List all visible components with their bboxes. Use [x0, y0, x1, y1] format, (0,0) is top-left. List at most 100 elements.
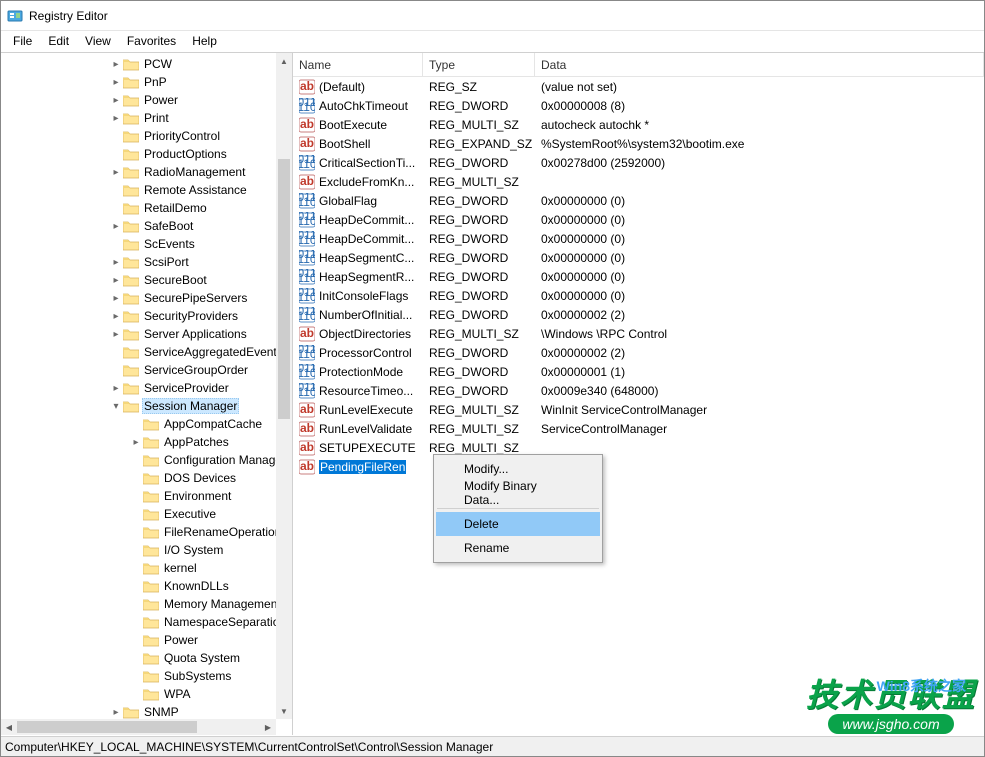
tree-item[interactable]: ProductOptions [1, 145, 276, 163]
value-row[interactable]: ResourceTimeo...REG_DWORD0x0009e340 (648… [293, 381, 984, 400]
value-row[interactable]: PendingFileRen [293, 457, 984, 476]
value-row[interactable]: AutoChkTimeoutREG_DWORD0x00000008 (8) [293, 96, 984, 115]
value-row[interactable]: GlobalFlagREG_DWORD0x00000000 (0) [293, 191, 984, 210]
tree-expander-icon[interactable] [129, 669, 143, 683]
tree-item[interactable]: I/O System [1, 541, 276, 559]
tree-expander-icon[interactable] [129, 525, 143, 539]
tree-item[interactable]: ServiceGroupOrder [1, 361, 276, 379]
tree-item[interactable]: KnownDLLs [1, 577, 276, 595]
value-row[interactable]: InitConsoleFlagsREG_DWORD0x00000000 (0) [293, 286, 984, 305]
value-row[interactable]: (Default)REG_SZ(value not set) [293, 77, 984, 96]
tree-item[interactable]: NamespaceSeparation [1, 613, 276, 631]
value-row[interactable]: RunLevelExecuteREG_MULTI_SZWinInit Servi… [293, 400, 984, 419]
tree-item[interactable]: PriorityControl [1, 127, 276, 145]
tree-expander-icon[interactable]: ▸ [109, 327, 123, 341]
tree-item[interactable]: AppCompatCache [1, 415, 276, 433]
tree-item[interactable]: ▸RadioManagement [1, 163, 276, 181]
tree-item[interactable]: ▸PnP [1, 73, 276, 91]
tree-expander-icon[interactable]: ▸ [109, 255, 123, 269]
tree-item[interactable]: ScEvents [1, 235, 276, 253]
tree-item[interactable]: Remote Assistance [1, 181, 276, 199]
tree-item[interactable]: ▸PCW [1, 55, 276, 73]
tree-expander-icon[interactable]: ▸ [109, 165, 123, 179]
tree-item[interactable]: ▸AppPatches [1, 433, 276, 451]
tree-item[interactable]: Executive [1, 505, 276, 523]
scroll-up-arrow-icon[interactable]: ▲ [276, 53, 292, 69]
tree-expander-icon[interactable] [129, 507, 143, 521]
scroll-left-arrow-icon[interactable]: ◀ [1, 719, 17, 735]
tree-expander-icon[interactable] [129, 471, 143, 485]
scroll-thumb[interactable] [278, 159, 290, 419]
tree-item[interactable]: Environment [1, 487, 276, 505]
context-menu-item[interactable]: Delete [436, 512, 600, 536]
scroll-thumb[interactable] [17, 721, 197, 733]
menu-help[interactable]: Help [184, 32, 225, 50]
tree-expander-icon[interactable]: ▸ [109, 93, 123, 107]
tree-item[interactable]: WPA [1, 685, 276, 703]
menu-file[interactable]: File [5, 32, 40, 50]
tree-scrollbar-horizontal[interactable]: ◀ ▶ [1, 719, 276, 735]
tree-expander-icon[interactable]: ▸ [109, 75, 123, 89]
tree-item[interactable]: RetailDemo [1, 199, 276, 217]
context-menu-item[interactable]: Modify... [436, 457, 600, 481]
value-row[interactable]: NumberOfInitial...REG_DWORD0x00000002 (2… [293, 305, 984, 324]
value-row[interactable]: CriticalSectionTi...REG_DWORD0x00278d00 … [293, 153, 984, 172]
menu-edit[interactable]: Edit [40, 32, 77, 50]
column-name[interactable]: Name [293, 53, 423, 76]
value-row[interactable]: ExcludeFromKn...REG_MULTI_SZ [293, 172, 984, 191]
tree-item[interactable]: ▾Session Manager [1, 397, 276, 415]
tree-expander-icon[interactable]: ▸ [109, 705, 123, 719]
menu-view[interactable]: View [77, 32, 119, 50]
tree-item[interactable]: ▸SecurityProviders [1, 307, 276, 325]
column-type[interactable]: Type [423, 53, 535, 76]
tree-item[interactable]: ServiceAggregatedEvents [1, 343, 276, 361]
value-row[interactable]: ProtectionModeREG_DWORD0x00000001 (1) [293, 362, 984, 381]
tree-item[interactable]: ▸SNMP [1, 703, 276, 719]
tree-expander-icon[interactable] [129, 453, 143, 467]
tree-item[interactable]: ▸Power [1, 91, 276, 109]
value-row[interactable]: ProcessorControlREG_DWORD0x00000002 (2) [293, 343, 984, 362]
tree-scrollbar-vertical[interactable]: ▲ ▼ [276, 53, 292, 719]
tree-expander-icon[interactable] [109, 183, 123, 197]
tree-expander-icon[interactable] [129, 687, 143, 701]
tree-item[interactable]: ▸SafeBoot [1, 217, 276, 235]
tree-item[interactable]: ▸ScsiPort [1, 253, 276, 271]
tree-expander-icon[interactable]: ▾ [109, 399, 123, 413]
tree-item[interactable]: kernel [1, 559, 276, 577]
value-row[interactable]: ObjectDirectoriesREG_MULTI_SZ\Windows \R… [293, 324, 984, 343]
value-row[interactable]: BootExecuteREG_MULTI_SZautocheck autochk… [293, 115, 984, 134]
tree-expander-icon[interactable] [109, 147, 123, 161]
tree-item[interactable]: Configuration Manager [1, 451, 276, 469]
tree-item[interactable]: FileRenameOperations [1, 523, 276, 541]
context-menu-item[interactable]: Rename [436, 536, 600, 560]
scroll-right-arrow-icon[interactable]: ▶ [260, 719, 276, 735]
tree-expander-icon[interactable] [109, 237, 123, 251]
registry-tree[interactable]: ▸PCW▸PnP▸Power▸PrintPriorityControlProdu… [1, 53, 276, 719]
tree-expander-icon[interactable] [109, 201, 123, 215]
tree-expander-icon[interactable] [129, 417, 143, 431]
value-row[interactable]: HeapDeCommit...REG_DWORD0x00000000 (0) [293, 229, 984, 248]
tree-expander-icon[interactable]: ▸ [109, 291, 123, 305]
tree-expander-icon[interactable]: ▸ [109, 273, 123, 287]
tree-expander-icon[interactable] [129, 579, 143, 593]
tree-item[interactable]: Power [1, 631, 276, 649]
tree-expander-icon[interactable]: ▸ [109, 381, 123, 395]
tree-expander-icon[interactable]: ▸ [129, 435, 143, 449]
tree-expander-icon[interactable] [129, 615, 143, 629]
tree-expander-icon[interactable] [129, 561, 143, 575]
tree-expander-icon[interactable] [129, 489, 143, 503]
context-menu-item[interactable]: Modify Binary Data... [436, 481, 600, 505]
tree-expander-icon[interactable]: ▸ [109, 309, 123, 323]
tree-expander-icon[interactable]: ▸ [109, 111, 123, 125]
tree-item[interactable]: ▸Print [1, 109, 276, 127]
tree-expander-icon[interactable] [109, 363, 123, 377]
tree-item[interactable]: ▸Server Applications [1, 325, 276, 343]
tree-item[interactable]: DOS Devices [1, 469, 276, 487]
scroll-down-arrow-icon[interactable]: ▼ [276, 703, 292, 719]
menu-favorites[interactable]: Favorites [119, 32, 184, 50]
tree-expander-icon[interactable]: ▸ [109, 219, 123, 233]
tree-item[interactable]: Memory Management [1, 595, 276, 613]
tree-expander-icon[interactable] [129, 597, 143, 611]
values-list[interactable]: (Default)REG_SZ(value not set)AutoChkTim… [293, 77, 984, 735]
tree-item[interactable]: ▸SecureBoot [1, 271, 276, 289]
